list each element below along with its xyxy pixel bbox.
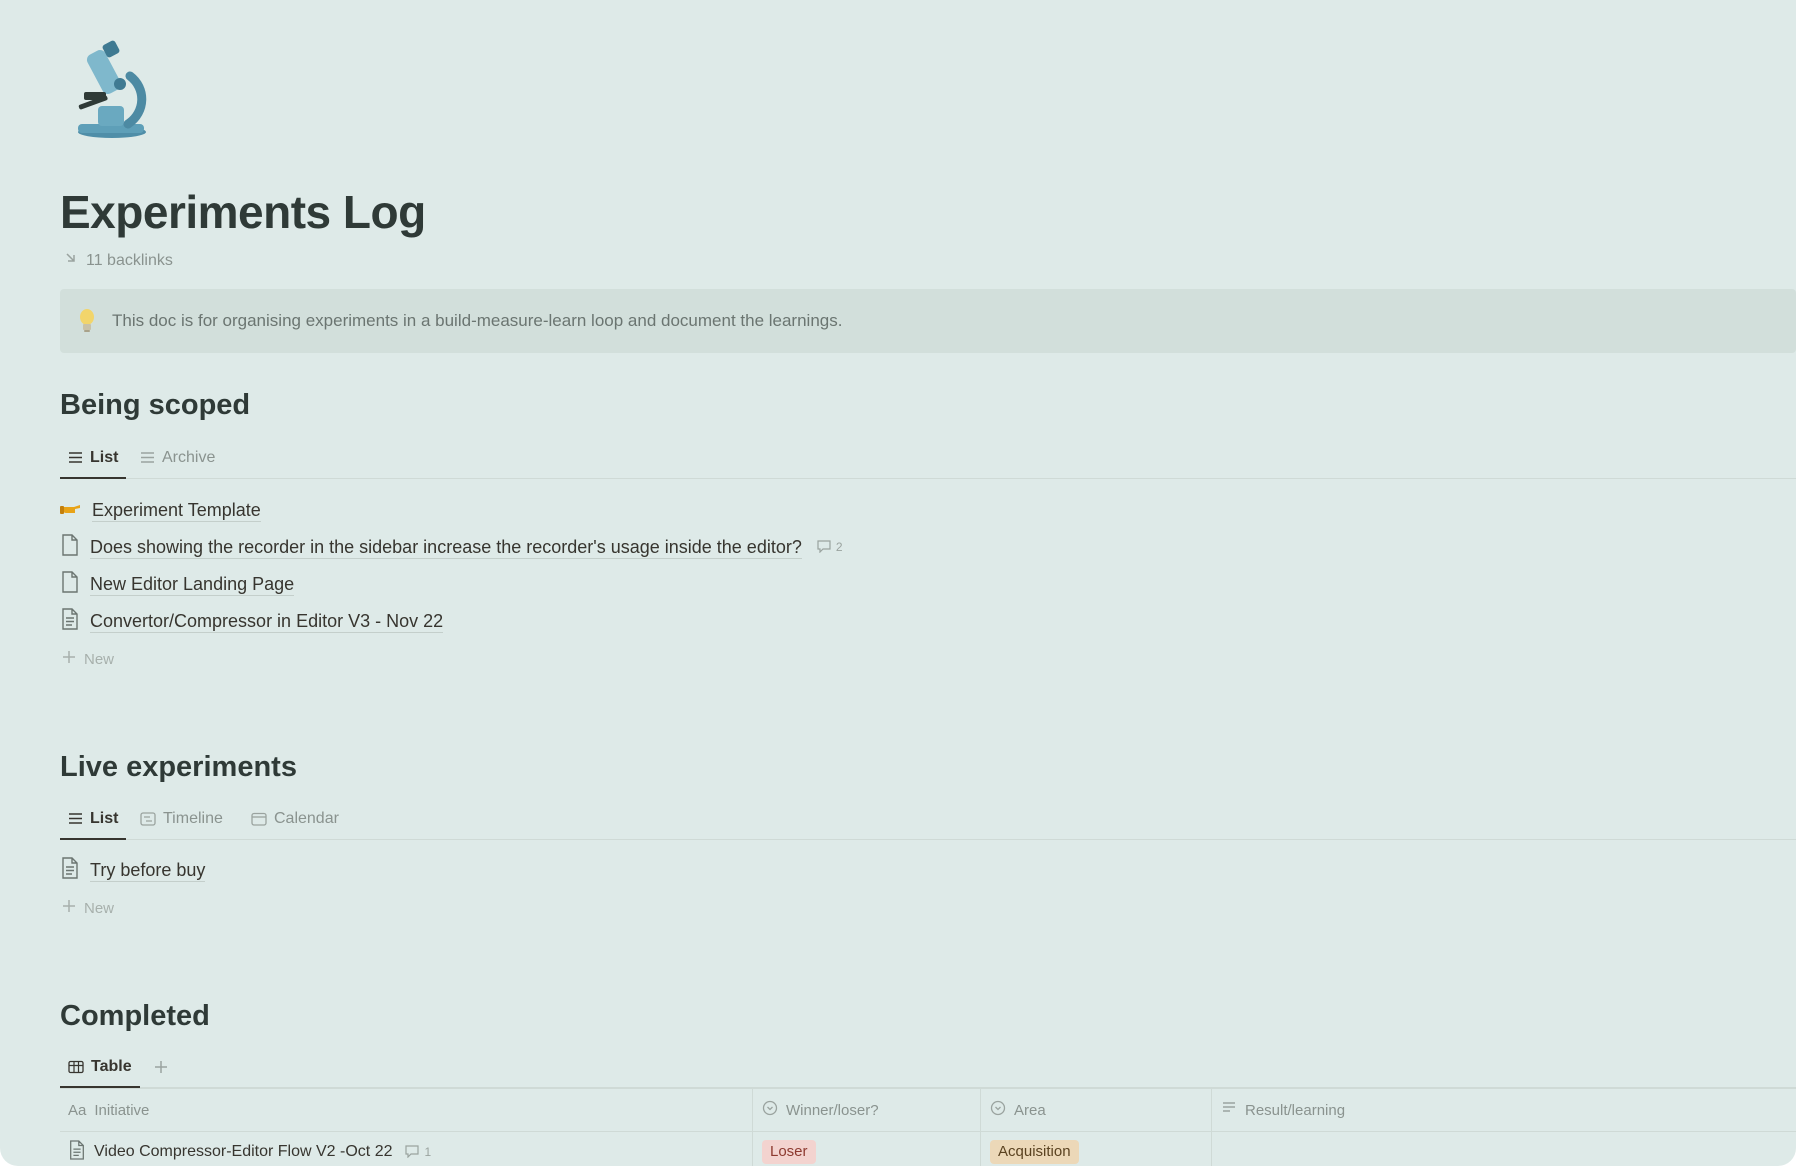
list-item-label: Convertor/Compressor in Editor V3 - Nov … bbox=[90, 610, 444, 633]
page-text-icon bbox=[68, 1139, 86, 1165]
comment-count-value: 2 bbox=[835, 540, 843, 554]
list-item-label: New Editor Landing Page bbox=[90, 573, 295, 596]
completed-view-tabs: Table bbox=[60, 1047, 1796, 1088]
list-item[interactable]: Experiment Template bbox=[60, 492, 261, 528]
table-icon bbox=[68, 1060, 84, 1074]
list-item[interactable]: Try before buy bbox=[60, 852, 206, 888]
tab-archive[interactable]: Archive bbox=[140, 438, 215, 477]
tab-list-label: List bbox=[90, 809, 119, 827]
list-item[interactable]: Does showing the recorder in the sidebar… bbox=[60, 529, 843, 565]
completed-heading[interactable]: Completed bbox=[60, 1000, 210, 1033]
new-item-button[interactable]: New bbox=[62, 646, 114, 672]
new-item-label: New bbox=[84, 899, 115, 917]
page-text-icon bbox=[60, 856, 80, 884]
page-title[interactable]: Experiments Log bbox=[60, 185, 426, 239]
lightbulb-icon bbox=[74, 308, 100, 334]
table-row[interactable]: Video Compressor-Editor Flow V2 -Oct 22 … bbox=[60, 1131, 1796, 1166]
text-lines-icon bbox=[1221, 1101, 1237, 1119]
calendar-icon bbox=[251, 812, 267, 826]
live-view-tabs: List Timeline Calendar bbox=[60, 799, 1796, 840]
column-header-winner[interactable]: Winner/loser? bbox=[762, 1089, 879, 1131]
comment-count[interactable]: 2 bbox=[816, 539, 843, 556]
list-item[interactable]: Convertor/Compressor in Editor V3 - Nov … bbox=[60, 603, 444, 639]
list-item-label: Experiment Template bbox=[92, 499, 261, 522]
list-icon bbox=[68, 812, 83, 825]
list-item-label: Try before buy bbox=[90, 859, 206, 882]
notion-page: Experiments Log 11 backlinks This doc is… bbox=[0, 0, 1796, 1166]
column-header-result[interactable]: Result/learning bbox=[1221, 1089, 1345, 1131]
tab-timeline[interactable]: Timeline bbox=[140, 799, 223, 838]
add-view-button[interactable] bbox=[154, 1047, 168, 1086]
comment-count[interactable]: 1 bbox=[404, 1144, 431, 1161]
tab-calendar-label: Calendar bbox=[274, 809, 339, 827]
new-item-label: New bbox=[84, 650, 115, 668]
cell-initiative[interactable]: Video Compressor-Editor Flow V2 -Oct 22 … bbox=[68, 1131, 431, 1166]
pointing-hand-icon bbox=[60, 499, 82, 522]
being-scoped-view-tabs: List Archive bbox=[60, 438, 1796, 479]
backlinks-button[interactable]: 11 backlinks bbox=[64, 251, 173, 270]
comment-icon bbox=[404, 1144, 420, 1161]
backlink-arrow-icon bbox=[64, 251, 78, 270]
tab-list[interactable]: List bbox=[60, 438, 127, 479]
list-icon bbox=[68, 451, 83, 464]
list-item[interactable]: New Editor Landing Page bbox=[60, 566, 295, 602]
page-text-icon bbox=[60, 607, 80, 635]
comment-count-value: 1 bbox=[424, 1145, 432, 1159]
column-label: Area bbox=[1014, 1101, 1046, 1119]
callout: This doc is for organising experiments i… bbox=[60, 289, 1796, 353]
text-property-icon: Aa bbox=[68, 1101, 87, 1119]
column-label: Initiative bbox=[94, 1101, 150, 1119]
comment-icon bbox=[816, 539, 832, 556]
list-item-label: Does showing the recorder in the sidebar… bbox=[90, 536, 802, 559]
select-property-icon bbox=[990, 1100, 1006, 1120]
column-header-initiative[interactable]: Aa Initiative bbox=[68, 1089, 149, 1131]
column-header-area[interactable]: Area bbox=[990, 1089, 1046, 1131]
tab-table[interactable]: Table bbox=[60, 1047, 140, 1088]
backlinks-label: 11 backlinks bbox=[86, 251, 173, 269]
tab-list-label: List bbox=[90, 448, 119, 466]
microscope-icon[interactable] bbox=[68, 40, 158, 140]
live-experiments-heading[interactable]: Live experiments bbox=[60, 751, 297, 784]
being-scoped-heading[interactable]: Being scoped bbox=[60, 389, 250, 422]
column-label: Winner/loser? bbox=[786, 1101, 879, 1119]
loser-tag: Loser bbox=[762, 1140, 816, 1164]
page-icon bbox=[60, 533, 80, 561]
tab-list[interactable]: List bbox=[60, 799, 127, 840]
tab-table-label: Table bbox=[91, 1057, 132, 1075]
initiative-label: Video Compressor-Editor Flow V2 -Oct 22 bbox=[94, 1143, 393, 1160]
tab-archive-label: Archive bbox=[162, 448, 216, 466]
plus-icon bbox=[62, 899, 76, 917]
area-tag: Acquisition bbox=[990, 1140, 1079, 1164]
tab-timeline-label: Timeline bbox=[163, 809, 223, 827]
select-property-icon bbox=[762, 1100, 778, 1120]
plus-icon bbox=[154, 1060, 168, 1074]
callout-text: This doc is for organising experiments i… bbox=[112, 311, 843, 330]
timeline-icon bbox=[140, 811, 156, 826]
table-header: Aa Initiative Winner/loser? Area Result/… bbox=[60, 1088, 1796, 1132]
list-icon bbox=[140, 451, 155, 464]
cell-winner[interactable]: Loser bbox=[762, 1131, 816, 1166]
tab-calendar[interactable]: Calendar bbox=[251, 799, 339, 838]
plus-icon bbox=[62, 650, 76, 668]
new-item-button[interactable]: New bbox=[62, 895, 114, 921]
page-icon bbox=[60, 570, 80, 598]
cell-area[interactable]: Acquisition bbox=[990, 1131, 1079, 1166]
column-label: Result/learning bbox=[1245, 1101, 1346, 1119]
